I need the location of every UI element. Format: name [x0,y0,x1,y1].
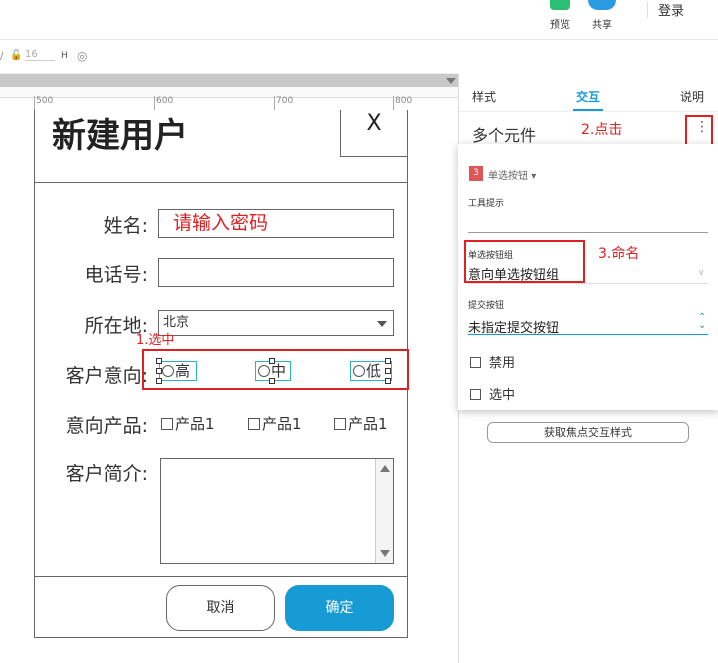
type-dropdown[interactable]: 单选按钮 ▾ [488,167,536,182]
scroll-down-icon[interactable] [380,550,390,557]
unlock-icon[interactable]: 🔓 [10,50,22,61]
textarea-scrollbar[interactable] [375,459,393,563]
checkbox-icon [470,389,481,400]
ruler-tick [274,96,275,110]
disable-label: 禁用 [489,356,516,371]
form-title: 新建用户 [52,116,188,156]
share-button[interactable]: 共享 [582,0,622,31]
city-select[interactable]: 北京 [158,310,394,336]
product-checkbox[interactable]: 产品1 [334,413,388,434]
radio-label: 高 [175,362,191,380]
scroll-up-icon[interactable] [380,465,390,472]
checkbox-label: 产品1 [348,415,388,433]
preview-button[interactable]: 预览 [540,0,580,31]
confirm-button[interactable]: 确定 [285,585,394,631]
focus-style-button[interactable]: 获取焦点交互样式 [487,422,689,443]
panel-title: 多个元件 [472,126,537,145]
name-label: 姓名: [103,215,148,237]
selected-checkbox[interactable]: 选中 [470,384,515,403]
selection-handle[interactable] [269,358,275,364]
count-badge: 3 [469,166,483,181]
submit-label: 提交按钮 [468,301,505,311]
selection-handle[interactable] [269,378,275,384]
checkbox-label: 产品1 [175,415,215,433]
eye-icon[interactable]: ◎ [77,49,87,63]
intro-textarea[interactable] [160,458,394,564]
ruler-tick [393,96,394,110]
phone-input[interactable] [158,258,394,287]
product-checkbox[interactable]: 产品1 [161,413,215,434]
intent-label: 客户意向: [65,365,148,387]
radio-label: 低 [366,362,382,380]
tab-notes[interactable]: 说明 [680,88,704,105]
tab-style[interactable]: 样式 [472,88,496,105]
ruler-dropdown-icon[interactable] [446,78,456,84]
selection-handle[interactable] [156,378,162,384]
title-divider [34,182,408,183]
cancel-button[interactable]: 取消 [166,585,275,631]
radio-circle-icon [162,365,174,377]
name-input-value: 请输入密码 [173,212,269,234]
name-input[interactable]: 请输入密码 [158,209,394,238]
checkbox-icon [470,357,481,368]
selection-handle[interactable] [385,378,391,384]
radio-high[interactable]: 高 [159,361,197,381]
tooltip-label: 工具提示 [468,199,505,209]
preview-label: 预览 [550,20,570,31]
ruler-label: 600 [156,96,174,106]
caret-down-icon: ▾ [531,171,537,182]
selected-label: 选中 [489,388,516,403]
highlight-box-name [464,240,585,283]
group-underline [468,283,708,284]
selection-handle[interactable] [385,358,391,364]
radio-circle-icon [258,365,270,377]
login-button[interactable]: 登录 [658,0,684,19]
ruler-label: 500 [36,96,54,106]
ruler-bar [0,74,458,87]
ruler-tick [34,96,35,110]
checkbox-label: 产品1 [262,415,302,433]
top-toolbar: 预览 共享 登录 [0,0,718,40]
city-label: 所在地: [84,315,148,337]
intro-label: 客户简介: [65,463,148,485]
checkbox-icon [161,418,173,430]
preview-icon [550,0,570,10]
submit-underline [468,334,708,335]
annotation-step2: 2.点击 [581,122,623,138]
selection-handle[interactable] [156,368,162,374]
radio-circle-icon [353,365,365,377]
updown-icon[interactable]: ⌃ ⌄ [698,313,706,331]
more-options-icon[interactable]: ⋮ [695,120,709,134]
product-checkbox[interactable]: 产品1 [248,413,302,434]
property-toolbar: / 🔓 16 H ◎ [0,40,458,74]
share-icon [588,0,616,10]
type-label: 单选按钮 [488,171,528,182]
product-label: 意向产品: [65,415,148,437]
disable-checkbox[interactable]: 禁用 [470,352,515,371]
slash-icon: / [0,51,4,62]
height-input[interactable]: 16 [25,49,55,61]
checkbox-icon [248,418,260,430]
tab-divider [459,111,718,112]
annotation-step1: 1.选中 [136,333,175,348]
share-label: 共享 [592,20,612,31]
chevron-down-icon [377,321,387,327]
height-label: H [61,51,68,61]
tab-interaction[interactable]: 交互 [576,88,600,105]
toolbar-divider [647,2,648,18]
annotation-step3: 3.命名 [598,246,640,262]
chevron-down-icon: ∨ [698,268,705,278]
phone-label: 电话号: [84,264,148,286]
city-select-value: 北京 [163,315,190,330]
selection-handle[interactable] [385,368,391,374]
close-button[interactable]: X [340,110,408,157]
selection-handle[interactable] [156,358,162,364]
horizontal-ruler [0,87,458,98]
tooltip-input[interactable] [468,232,708,233]
ruler-label: 800 [395,96,413,106]
active-tab-indicator [573,109,603,111]
ruler-label: 700 [276,96,294,106]
checkbox-icon [334,418,346,430]
footer-divider [34,576,408,577]
